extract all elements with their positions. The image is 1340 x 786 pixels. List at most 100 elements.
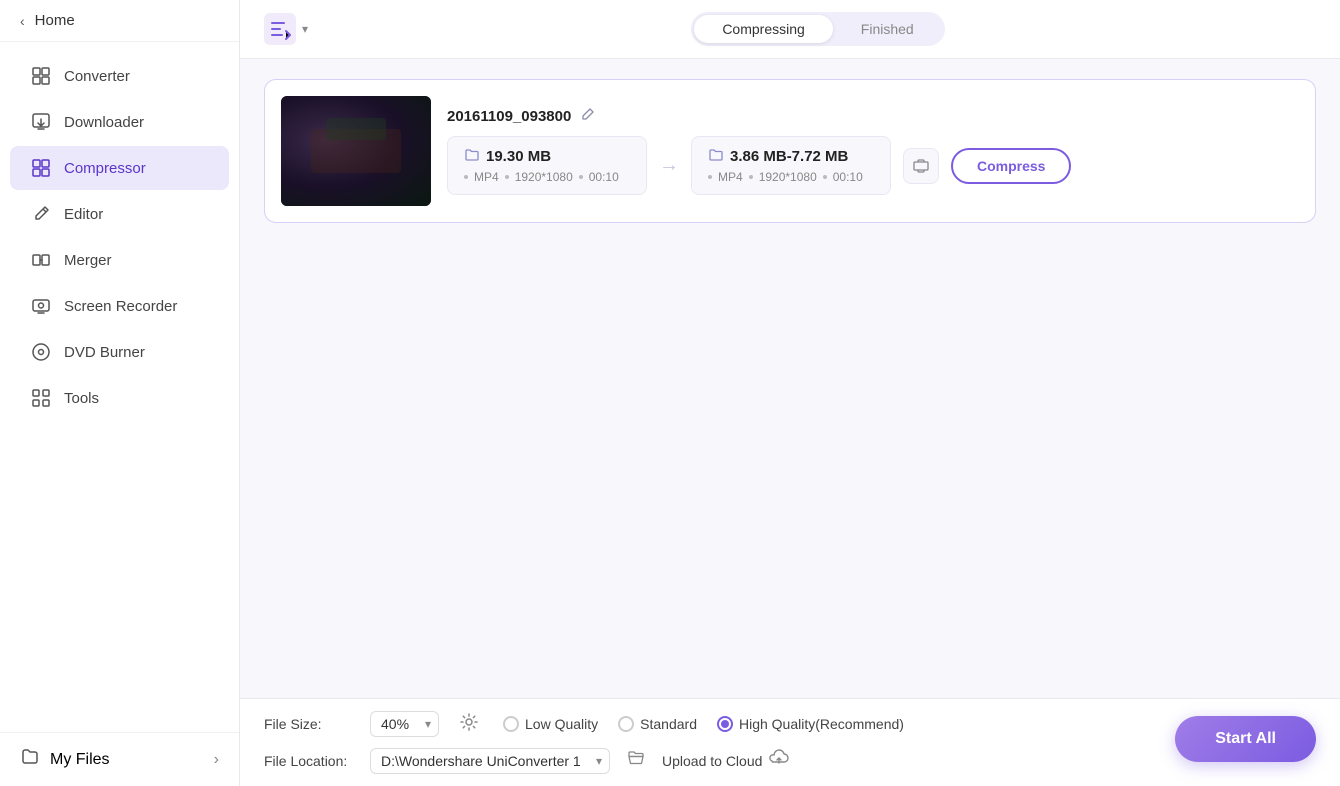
sidebar-item-editor[interactable]: Editor	[10, 192, 229, 236]
source-folder-icon	[464, 147, 480, 166]
radio-low	[503, 716, 519, 732]
source-size-value: 19.30 MB	[486, 148, 551, 165]
upload-cloud-label: Upload to Cloud	[662, 753, 762, 769]
start-all-button[interactable]: Start All	[1175, 716, 1316, 762]
file-card: 20161109_093800	[264, 79, 1316, 223]
sidebar-my-files[interactable]: My Files ›	[0, 732, 239, 786]
sidebar-item-tools[interactable]: Tools	[10, 376, 229, 420]
target-size-value: 3.86 MB-7.72 MB	[730, 148, 848, 165]
radio-high	[717, 716, 733, 732]
quality-high-label: High Quality(Recommend)	[739, 716, 904, 732]
editor-label: Editor	[64, 206, 103, 223]
edit-icon[interactable]	[579, 107, 595, 126]
target-duration: 00:10	[833, 170, 863, 184]
compressor-icon	[30, 157, 52, 179]
logo-button[interactable]: ▾	[264, 13, 308, 45]
file-location-label: File Location:	[264, 753, 354, 769]
quality-low[interactable]: Low Quality	[503, 716, 598, 732]
sidebar-item-merger[interactable]: Merger	[10, 238, 229, 282]
sidebar-item-compressor[interactable]: Compressor	[10, 146, 229, 190]
quality-low-label: Low Quality	[525, 716, 598, 732]
file-thumbnail	[281, 96, 431, 206]
source-dot1	[464, 175, 468, 179]
file-size-select[interactable]: 40% 20% 30% 50% 60% 80%	[370, 711, 439, 737]
screen-recorder-label: Screen Recorder	[64, 298, 177, 315]
my-files-icon	[20, 747, 40, 772]
bottom-row-size: File Size: 40% 20% 30% 50% 60% 80%	[264, 711, 1316, 737]
file-name: 20161109_093800	[447, 108, 571, 125]
my-files-left: My Files	[20, 747, 110, 772]
folder-open-icon[interactable]	[626, 748, 646, 773]
tab-compressing[interactable]: Compressing	[694, 15, 832, 43]
sidebar-item-converter[interactable]: Converter	[10, 54, 229, 98]
tools-icon	[30, 387, 52, 409]
upload-to-cloud[interactable]: Upload to Cloud	[662, 747, 790, 774]
file-size-select-wrapper: 40% 20% 30% 50% 60% 80%	[370, 711, 439, 737]
target-size-meta: MP4 1920*1080 00:10	[708, 170, 874, 184]
back-icon: ‹	[20, 13, 25, 29]
target-dot1	[708, 175, 712, 179]
dvd-burner-label: DVD Burner	[64, 344, 145, 361]
sidebar-item-dvd-burner[interactable]: DVD Burner	[10, 330, 229, 374]
main-area: ▾ Compressing Finished 20161109_093800	[240, 0, 1340, 786]
target-dot2	[749, 175, 753, 179]
screen-recorder-icon	[30, 295, 52, 317]
cloud-icon	[768, 747, 790, 774]
file-info: 20161109_093800	[447, 107, 1299, 195]
file-settings-button[interactable]	[903, 148, 939, 184]
sidebar-home-label: Home	[35, 12, 75, 29]
target-format: MP4	[718, 170, 743, 184]
source-dot2	[505, 175, 509, 179]
file-location-select[interactable]: D:\Wondershare UniConverter 1	[370, 748, 610, 774]
source-size-header: 19.30 MB	[464, 147, 630, 166]
merger-label: Merger	[64, 252, 112, 269]
editor-icon	[30, 203, 52, 225]
target-size-box: 3.86 MB-7.72 MB MP4 1920*1080 00:10	[691, 136, 891, 195]
quality-options: Low Quality Standard High Quality(Recomm…	[503, 716, 904, 732]
thumbnail-image	[281, 96, 431, 206]
logo-dropdown-icon: ▾	[302, 22, 308, 36]
source-size-meta: MP4 1920*1080 00:10	[464, 170, 630, 184]
quality-standard[interactable]: Standard	[618, 716, 697, 732]
source-duration: 00:10	[589, 170, 619, 184]
converter-label: Converter	[64, 68, 130, 85]
merger-icon	[30, 249, 52, 271]
target-resolution: 1920*1080	[759, 170, 817, 184]
source-resolution: 1920*1080	[515, 170, 573, 184]
source-dot3	[579, 175, 583, 179]
target-folder-icon	[708, 147, 724, 166]
compress-arrow-icon: →	[659, 154, 679, 177]
target-dot3	[823, 175, 827, 179]
downloader-icon	[30, 111, 52, 133]
source-size-box: 19.30 MB MP4 1920*1080 00:10	[447, 136, 647, 195]
quality-settings-icon[interactable]	[459, 712, 479, 737]
file-compress-row: 19.30 MB MP4 1920*1080 00:10 →	[447, 136, 1299, 195]
quality-standard-label: Standard	[640, 716, 697, 732]
source-format: MP4	[474, 170, 499, 184]
file-name-row: 20161109_093800	[447, 107, 1299, 126]
topbar: ▾ Compressing Finished	[240, 0, 1340, 59]
downloader-label: Downloader	[64, 114, 144, 131]
radio-standard	[618, 716, 634, 732]
sidebar-home[interactable]: ‹ Home	[0, 0, 239, 42]
logo-icon	[264, 13, 296, 45]
converter-icon	[30, 65, 52, 87]
sidebar-nav: Converter Downloader Comp	[0, 42, 239, 732]
content-area: 20161109_093800	[240, 59, 1340, 698]
my-files-arrow: ›	[214, 751, 219, 769]
file-size-label: File Size:	[264, 716, 354, 732]
my-files-label: My Files	[50, 751, 110, 769]
dvd-burner-icon	[30, 341, 52, 363]
sidebar: ‹ Home Converter	[0, 0, 240, 786]
topbar-tabs: Compressing Finished	[691, 12, 944, 46]
quality-high[interactable]: High Quality(Recommend)	[717, 716, 904, 732]
sidebar-item-screen-recorder[interactable]: Screen Recorder	[10, 284, 229, 328]
sidebar-item-downloader[interactable]: Downloader	[10, 100, 229, 144]
compress-button[interactable]: Compress	[951, 148, 1071, 184]
file-location-select-wrapper: D:\Wondershare UniConverter 1	[370, 748, 610, 774]
tab-finished[interactable]: Finished	[833, 15, 942, 43]
tools-label: Tools	[64, 390, 99, 407]
target-size-header: 3.86 MB-7.72 MB	[708, 147, 874, 166]
bottom-row-location: File Location: D:\Wondershare UniConvert…	[264, 747, 1316, 774]
compressor-label: Compressor	[64, 160, 146, 177]
